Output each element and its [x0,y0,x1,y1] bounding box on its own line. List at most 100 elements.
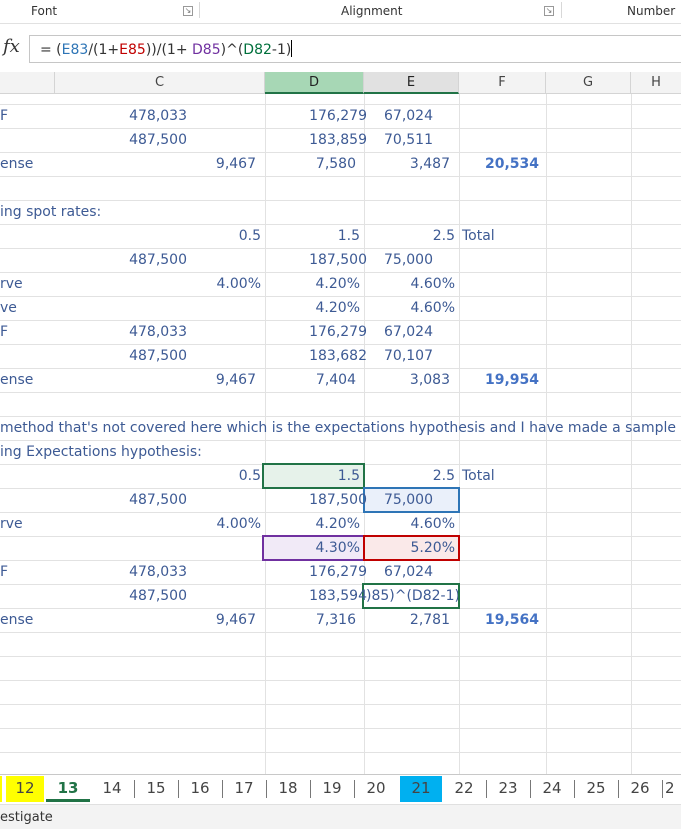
cell-value[interactable]: 0.5 [55,464,261,488]
cell-value[interactable]: 67,024 [384,104,454,128]
cell-value[interactable]: 9,467 [55,152,256,176]
sheet-tab-22[interactable]: 22 [444,776,484,802]
cell-value[interactable]: 4.60% [364,296,455,320]
formula-ref-d85: D85 [192,42,221,58]
cell-value[interactable]: 487,500 [55,488,187,512]
cell-value[interactable]: 176,279 [265,320,367,344]
cell-value[interactable]: 4.00% [55,512,261,536]
sheet-tab-20[interactable]: 20 [356,776,396,802]
cell-value[interactable]: 1.5 [265,464,360,488]
cell-value[interactable]: 7,580 [265,152,356,176]
cell-total[interactable]: 19,564 [459,608,539,632]
cell-value[interactable]: 187,500 [265,248,367,272]
cell-value[interactable]: 4.00% [55,272,261,296]
sheet-tab-26[interactable]: 26 [620,776,660,802]
cell-label[interactable]: ense [0,608,60,632]
cell-value[interactable]: 183,682 [265,344,367,368]
cell-value[interactable]: 4.30% [265,536,360,560]
cell-value[interactable]: 4.20% [265,512,360,536]
formula-part: -1) [271,42,292,58]
cell-value[interactable]: 183,594 [265,584,367,608]
column-header-f[interactable]: F [459,72,546,94]
sheet-tab-14[interactable]: 14 [92,776,132,802]
cell-note-text[interactable]: method that's not covered here which is … [0,416,681,440]
cell-label[interactable]: F [0,560,40,584]
insert-function-icon[interactable]: fx [3,36,20,57]
cell-value[interactable]: 487,500 [55,248,187,272]
cell-value[interactable]: 176,279 [265,104,367,128]
cell-value[interactable]: 7,404 [265,368,356,392]
sheet-tab-21[interactable]: 21 [400,776,442,802]
status-bar [0,804,681,829]
sheet-tab-19[interactable]: 19 [312,776,352,802]
column-header-c[interactable]: C [55,72,265,94]
cell-label[interactable]: ense [0,152,60,176]
cell-label[interactable]: F [0,320,40,344]
cell-value[interactable]: 3,083 [364,368,450,392]
font-dialog-launcher-icon[interactable]: ↘ [183,6,193,16]
cell-value[interactable]: 2,781 [364,608,450,632]
cell-value[interactable]: 7,316 [265,608,356,632]
cell-value[interactable]: 183,859 [265,128,367,152]
cell-total[interactable]: 20,534 [459,152,539,176]
cell-value[interactable]: 487,500 [55,584,187,608]
sheet-tab-18[interactable]: 18 [268,776,308,802]
cell-label[interactable]: rve [0,512,50,536]
cell-value[interactable]: 478,033 [55,320,187,344]
sheet-tab-24[interactable]: 24 [532,776,572,802]
cell-value[interactable]: 70,107 [384,344,454,368]
cell-value[interactable]: 478,033 [55,560,187,584]
alignment-dialog-launcher-icon[interactable]: ↘ [544,6,554,16]
cell-section-title[interactable]: ing spot rates: [0,200,260,224]
sheet-tab-fragment[interactable] [0,776,2,802]
cell-value[interactable]: 0.5 [55,224,261,248]
cell-section-title[interactable]: ing Expectations hypothesis: [0,440,300,464]
cell-value[interactable]: 5.20% [364,536,455,560]
cell-value[interactable]: 70,511 [384,128,454,152]
cell-label[interactable]: F [0,104,40,128]
sheet-tab-17[interactable]: 17 [224,776,264,802]
cell-value[interactable]: 75,000 [384,488,454,512]
number-group-label: Number [627,4,676,18]
column-header-d[interactable]: D [265,72,364,94]
formula-text[interactable]: = (E83/(1+E85))/(1+ D85)^(D82-1) [40,40,293,58]
sheet-tab-13[interactable]: 13 [46,776,90,802]
column-header-h[interactable]: H [631,72,681,94]
column-header-e[interactable]: E [364,72,459,94]
cell-value[interactable]: 1.5 [265,224,360,248]
cell-label[interactable]: ve [0,296,50,320]
sheet-tab-16[interactable]: 16 [180,776,220,802]
sheet-tab-25[interactable]: 25 [576,776,616,802]
cell-label[interactable]: Total [462,224,542,248]
active-cell-editing-text[interactable]: )85)^(D82-1) [366,584,458,608]
sheet-tab-partial[interactable]: 2 [665,776,681,802]
column-header-g[interactable]: G [546,72,631,94]
cell-value[interactable]: 67,024 [384,560,454,584]
cell-value[interactable]: 487,500 [55,344,187,368]
cell-value[interactable]: 478,033 [55,104,187,128]
sheet-tab-12[interactable]: 12 [6,776,44,802]
cell-value[interactable]: 4.60% [364,272,455,296]
cell-text[interactable] [0,86,50,96]
cell-label[interactable]: Total [462,464,542,488]
cell-value[interactable]: 75,000 [384,248,454,272]
cell-value[interactable]: 9,467 [55,368,256,392]
cell-value[interactable]: 187,500 [265,488,367,512]
cell-value[interactable]: 2.5 [364,224,455,248]
cell-value[interactable]: 3,487 [364,152,450,176]
cell-value[interactable]: 9,467 [55,608,256,632]
cell-value[interactable]: 2.5 [364,464,455,488]
cell-value[interactable]: 67,024 [384,320,454,344]
cell-value[interactable]: 4.20% [265,296,360,320]
cell-label[interactable]: rve [0,272,50,296]
cell-value[interactable]: 176,279 [265,560,367,584]
sheet-tab-15[interactable]: 15 [136,776,176,802]
sheet-tab-23[interactable]: 23 [488,776,528,802]
ribbon-divider [561,2,562,18]
cell-value[interactable]: 4.20% [265,272,360,296]
cell-label[interactable]: ense [0,368,60,392]
cell-value[interactable]: 487,500 [55,128,187,152]
status-text[interactable]: estigate [0,810,53,825]
cell-total[interactable]: 19,954 [459,368,539,392]
cell-value[interactable]: 4.60% [364,512,455,536]
